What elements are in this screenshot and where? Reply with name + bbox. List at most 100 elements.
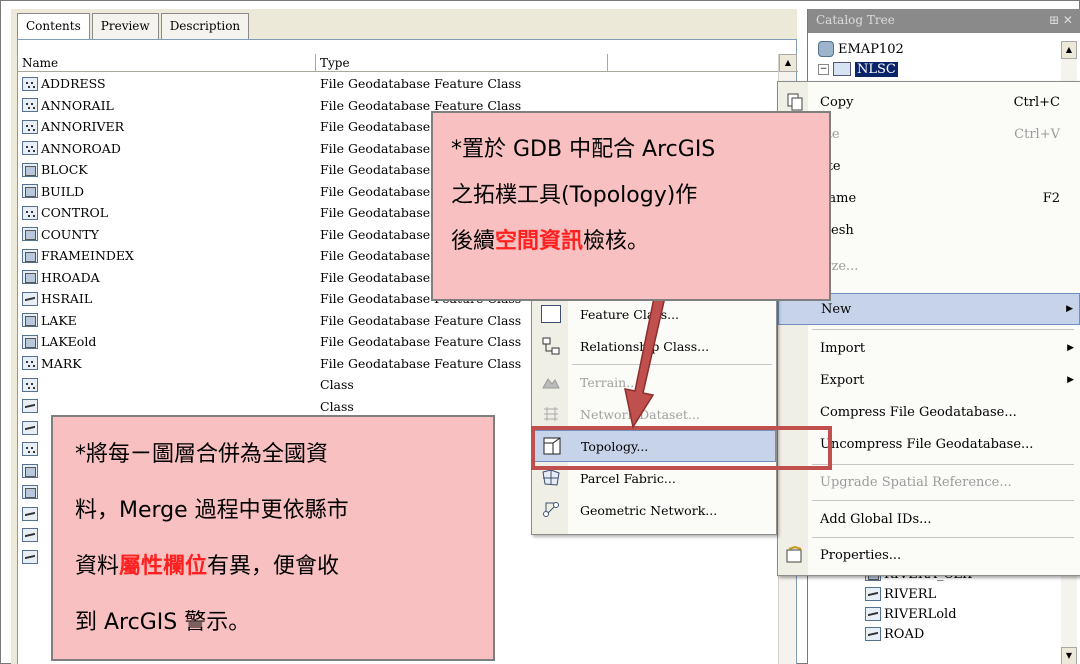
tab-preview[interactable]: Preview	[91, 13, 159, 39]
submenu-arrow-icon: ▶	[1066, 304, 1073, 314]
catalog-tree: EMAP102 − NLSC	[818, 39, 1068, 79]
menu-separator	[812, 500, 1074, 501]
row-name: CONTROL	[41, 205, 109, 221]
menu-shortcut: Ctrl+V	[1014, 126, 1060, 142]
callout-text: 後續	[451, 229, 496, 254]
menu-item-label: Uncompress File Geodatabase...	[820, 436, 1034, 452]
tree-node-road[interactable]: ROAD	[865, 624, 976, 644]
row-name-cell: ADDRESS	[18, 76, 316, 91]
column-type-header[interactable]: Type	[316, 54, 608, 72]
menu-shortcut: F2	[1042, 190, 1060, 206]
database-icon	[818, 41, 834, 57]
menu-item-label: Upgrade Spatial Reference...	[820, 474, 1012, 490]
line-fc-icon	[865, 587, 881, 601]
line-fc-icon	[22, 528, 38, 543]
point-fc-icon	[22, 119, 38, 134]
row-name-cell	[18, 377, 316, 392]
menu-item-compress[interactable]: Compress File Geodatabase...	[778, 396, 1080, 428]
collapse-toggle-icon[interactable]: −	[818, 63, 829, 75]
menu-item-label: Compress File Geodatabase...	[820, 404, 1017, 420]
menu-item-label: Copy	[820, 94, 854, 110]
row-name: BLOCK	[41, 162, 88, 178]
column-name-header[interactable]: Name	[18, 54, 316, 72]
scroll-up-icon[interactable]: ▲	[1061, 41, 1077, 59]
row-name: ADDRESS	[41, 76, 106, 92]
properties-icon	[786, 546, 802, 563]
column-header: Name Type	[18, 54, 798, 72]
tree-node-label-selected: NLSC	[855, 61, 898, 77]
pin-close-icon[interactable]: ⊞ ✕	[1049, 13, 1073, 29]
row-name: LAKE	[41, 312, 77, 328]
menu-item-label: New	[821, 301, 852, 317]
polygon-fc-icon	[22, 485, 38, 500]
row-name-cell	[18, 399, 316, 414]
callout-text: 有異，便會收	[207, 554, 340, 579]
copy-icon	[787, 93, 803, 111]
row-name: HROADA	[41, 269, 100, 285]
row-name: FRAMEINDEX	[41, 248, 134, 264]
tree-node-riverlold[interactable]: RIVERLold	[865, 604, 976, 624]
polygon-fc-icon	[22, 248, 38, 263]
scroll-up-icon[interactable]: ▲	[779, 54, 797, 72]
callout-text: 檢核。	[583, 229, 650, 254]
menu-item-upgrade-spatial-reference[interactable]: Upgrade Spatial Reference...	[778, 466, 1080, 498]
point-fc-icon	[22, 141, 38, 156]
polygon-fc-icon	[22, 227, 38, 242]
row-type: File Geodatabase Feature Class	[320, 312, 522, 328]
row-name-cell: MARK	[18, 356, 316, 371]
line-fc-icon	[22, 506, 38, 521]
menu-separator	[812, 329, 1074, 330]
row-name-cell: ANNORAIL	[18, 98, 316, 113]
row-name-cell: LAKEold	[18, 334, 316, 349]
callout-line: 到 ArcGIS 警示。	[75, 610, 251, 635]
row-name: ANNOROAD	[41, 140, 121, 156]
row-name: ANNORIVER	[41, 119, 125, 135]
tree-node-emap102[interactable]: EMAP102	[818, 39, 1068, 59]
tree-node-nlsc[interactable]: − NLSC	[818, 59, 1068, 79]
menu-item-properties[interactable]: Properties...	[778, 539, 1080, 571]
pointer-arrow-icon	[624, 291, 666, 429]
table-row[interactable]: ADDRESS File Geodatabase Feature Class	[18, 73, 778, 95]
submenu-arrow-icon: ▶	[1067, 343, 1074, 353]
tab-description[interactable]: Description	[160, 13, 250, 39]
geometric-network-icon	[543, 502, 559, 517]
row-name-cell: ANNORIVER	[18, 119, 316, 134]
menu-item-label: Import	[820, 340, 866, 356]
parcel-fabric-icon	[542, 469, 560, 486]
menu-item-label: Geometric Network...	[580, 502, 718, 518]
point-fc-icon	[22, 377, 38, 392]
row-type: Class	[320, 398, 354, 414]
point-fc-icon	[22, 205, 38, 220]
row-name-cell: CONTROL	[18, 205, 316, 220]
topology-highlight-box	[531, 426, 832, 470]
menu-item-label: Properties...	[820, 547, 902, 563]
tree-node-label: RIVERL	[884, 586, 937, 602]
scroll-down-icon[interactable]: ▼	[1061, 647, 1077, 664]
menu-item-export[interactable]: Export ▶	[778, 364, 1080, 396]
callout-text: 資料	[75, 554, 120, 579]
line-fc-icon	[865, 627, 881, 641]
menu-item-import[interactable]: Import ▶	[778, 332, 1080, 364]
polygon-fc-icon	[22, 313, 38, 328]
polygon-fc-icon	[22, 463, 38, 478]
row-name-cell: LAKE	[18, 313, 316, 328]
tab-contents[interactable]: Contents	[17, 13, 90, 40]
menu-separator	[812, 537, 1074, 538]
row-type: File Geodatabase Feature Class	[320, 334, 522, 350]
callout-merge-note: *將每ㄧ圖層合併為全國資 料，Merge 過程中更依縣市 資料屬性欄位有異，便會…	[51, 415, 495, 661]
point-fc-icon	[22, 76, 38, 91]
catalog-children: RIVERA_CLIP RIVERL RIVERLold ROAD	[865, 564, 976, 644]
row-name-cell: FRAMEINDEX	[18, 248, 316, 263]
point-fc-icon	[22, 442, 38, 457]
line-fc-icon	[22, 420, 38, 435]
network-dataset-icon	[544, 407, 558, 421]
callout-emphasis: 屬性欄位	[119, 554, 208, 579]
menu-item-add-global-ids[interactable]: Add Global IDs...	[778, 503, 1080, 535]
submenu-item-geometric-network[interactable]: Geometric Network...	[532, 494, 776, 526]
line-fc-icon	[865, 607, 881, 621]
line-fc-icon	[22, 399, 38, 414]
tree-node-riverl[interactable]: RIVERL	[865, 584, 976, 604]
menu-item-label: Add Global IDs...	[820, 511, 932, 527]
point-fc-icon	[22, 356, 38, 371]
column-spacer	[608, 54, 778, 72]
